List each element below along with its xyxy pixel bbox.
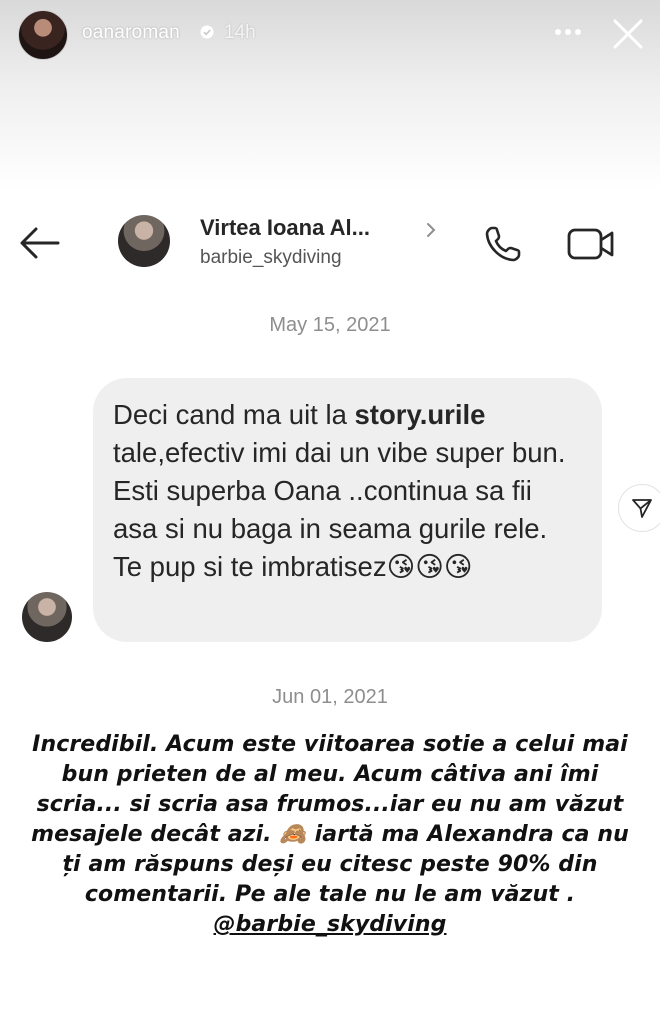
contact-avatar[interactable] <box>118 215 170 267</box>
sender-avatar[interactable] <box>22 592 72 642</box>
arrow-left-icon[interactable] <box>16 223 62 263</box>
dm-header: Virtea Ioana Al... barbie_skydiving <box>0 205 660 275</box>
video-camera-icon[interactable] <box>566 225 616 263</box>
story-timestamp: 14h <box>224 22 256 43</box>
more-options-button[interactable] <box>552 20 584 44</box>
message-text-bold: story.urile <box>354 399 486 430</box>
contact-name[interactable]: Virtea Ioana Al... <box>200 215 370 241</box>
contact-handle: barbie_skydiving <box>200 247 342 268</box>
mention-link[interactable]: @barbie_skydiving <box>213 912 446 937</box>
story-username[interactable]: oanaroman <box>82 22 180 44</box>
message-text: Deci cand ma uit la <box>113 399 355 430</box>
story-header: oanaroman 14h <box>0 0 660 70</box>
message-bubble[interactable]: Deci cand ma uit la story.urile tale,efe… <box>93 378 602 642</box>
date-separator: May 15, 2021 <box>269 314 391 336</box>
date-separator: Jun 01, 2021 <box>272 686 388 708</box>
message-text: tale,efectiv imi dai un vibe super bun. … <box>113 437 566 582</box>
close-icon[interactable] <box>610 16 646 52</box>
more-horizontal-icon <box>555 29 581 35</box>
verified-badge-icon <box>200 25 214 39</box>
phone-icon[interactable] <box>482 223 524 265</box>
caption-text: Incredibil. Acum este viitoarea sotie a … <box>31 732 629 907</box>
share-button[interactable] <box>618 484 660 532</box>
send-icon <box>632 499 652 518</box>
chevron-right-icon[interactable] <box>424 221 438 239</box>
story-caption: Incredibil. Acum este viitoarea sotie a … <box>30 730 630 940</box>
story-author-avatar[interactable] <box>18 10 68 60</box>
